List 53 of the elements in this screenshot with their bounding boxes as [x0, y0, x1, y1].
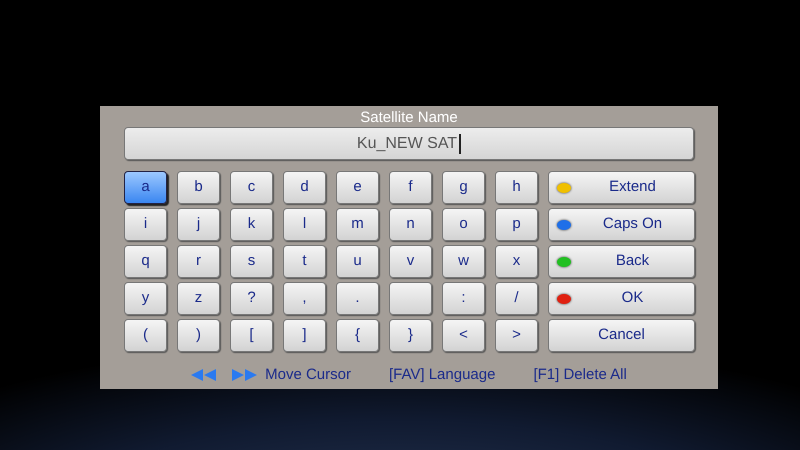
key-button[interactable]: y	[124, 282, 167, 315]
key-button[interactable]: >	[495, 319, 538, 352]
action-button[interactable]: Caps On	[548, 208, 695, 241]
key-button[interactable]: j	[177, 208, 220, 241]
key-button[interactable]: )	[177, 319, 220, 352]
hint-text: [FAV] Language	[388, 365, 496, 385]
key-button[interactable]: [	[230, 319, 273, 352]
key-button[interactable]: b	[177, 171, 220, 204]
key-button[interactable]: (	[124, 319, 167, 352]
key-button[interactable]: r	[177, 245, 220, 278]
action-button[interactable]: OK	[548, 282, 695, 315]
key-button[interactable]: p	[495, 208, 538, 241]
key-button[interactable]: i	[124, 208, 167, 241]
key-button[interactable]: :	[442, 282, 485, 315]
key-button[interactable]: {	[336, 319, 379, 352]
key-button[interactable]: t	[283, 245, 326, 278]
key-button[interactable]: v	[389, 245, 432, 278]
key-button[interactable]: m	[336, 208, 379, 241]
text-cursor	[459, 134, 462, 154]
action-button[interactable]: Back	[548, 245, 695, 278]
key-button[interactable]: g	[442, 171, 485, 204]
key-button[interactable]	[389, 282, 432, 315]
key-button[interactable]: x	[495, 245, 538, 278]
key-button[interactable]: s	[230, 245, 273, 278]
key-button[interactable]: n	[389, 208, 432, 241]
action-button[interactable]: Cancel	[548, 319, 695, 352]
rewind-icon	[191, 369, 218, 382]
key-button[interactable]: ?	[230, 282, 273, 315]
hint-text: Move Cursor	[265, 365, 351, 385]
key-button[interactable]: l	[283, 208, 326, 241]
key-button[interactable]: w	[442, 245, 485, 278]
key-button[interactable]: d	[283, 171, 326, 204]
key-button[interactable]: u	[336, 245, 379, 278]
fast-forward-icon	[231, 369, 258, 382]
key-button[interactable]: k	[230, 208, 273, 241]
key-button[interactable]: /	[495, 282, 538, 315]
key-button[interactable]: c	[230, 171, 273, 204]
input-field[interactable]: Ku_NEW SAT	[124, 127, 694, 160]
key-button[interactable]: h	[495, 171, 538, 204]
key-button[interactable]: ,	[283, 282, 326, 315]
key-button[interactable]: q	[124, 245, 167, 278]
key-button[interactable]: ]	[283, 319, 326, 352]
key-button[interactable]: z	[177, 282, 220, 315]
key-button[interactable]: a	[124, 171, 167, 204]
hint-text: [F1] Delete All	[533, 365, 627, 385]
dialog-title: Satellite Name	[359, 110, 459, 127]
action-button[interactable]: Extend	[548, 171, 695, 204]
key-button[interactable]: .	[336, 282, 379, 315]
key-button[interactable]: }	[389, 319, 432, 352]
key-button[interactable]: f	[389, 171, 432, 204]
key-button[interactable]: e	[336, 171, 379, 204]
key-button[interactable]: <	[442, 319, 485, 352]
key-button[interactable]: o	[442, 208, 485, 241]
